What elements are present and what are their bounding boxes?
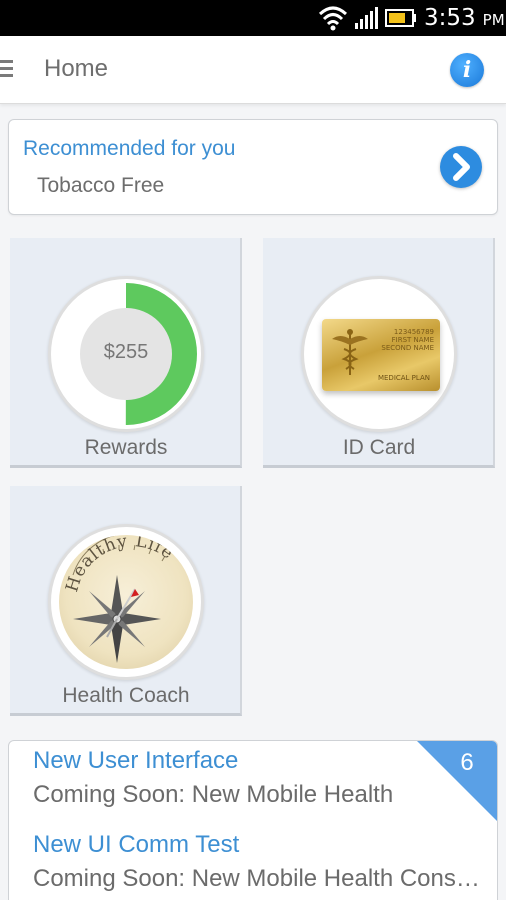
message-title: New UI Comm Test	[33, 831, 240, 858]
chevron-right-icon[interactable]	[440, 146, 482, 188]
menu-icon-bar	[0, 67, 13, 70]
id-card-first-name: FIRST NAME	[391, 336, 434, 344]
messages-card: New User Interface Coming Soon: New Mobi…	[8, 740, 498, 900]
id-card-circle: 123456789 FIRST NAME SECOND NAME MEDICAL…	[301, 276, 457, 432]
health-coach-tile[interactable]: Healthy Life Health Coach	[10, 486, 242, 716]
status-time-ampm: PM	[482, 11, 505, 29]
id-card-tile[interactable]: 123456789 FIRST NAME SECOND NAME MEDICAL…	[263, 238, 495, 468]
svg-text:Healthy Life: Healthy Life	[62, 535, 177, 594]
signal-icon	[355, 7, 378, 29]
status-time: 3:53 PM	[424, 5, 505, 31]
id-card-image: 123456789 FIRST NAME SECOND NAME MEDICAL…	[322, 319, 440, 391]
message-count: 6	[460, 749, 474, 776]
page-title: Home	[44, 55, 109, 82]
wifi-icon	[318, 6, 348, 31]
compass-icon: Healthy Life	[59, 535, 193, 669]
recommended-title: Recommended for you	[23, 137, 236, 160]
info-icon[interactable]: i	[450, 53, 484, 87]
id-card-second-name: SECOND NAME	[381, 344, 434, 352]
id-card-label: ID Card	[342, 436, 416, 459]
rewards-label: Rewards	[84, 436, 168, 459]
message-body: Coming Soon: New Mobile Health Consumer	[33, 865, 493, 892]
id-card-details: 123456789 FIRST NAME SECOND NAME	[381, 328, 434, 352]
recommended-item: Tobacco Free	[37, 174, 165, 197]
rewards-value: $255	[103, 341, 149, 363]
menu-icon[interactable]	[0, 60, 14, 80]
message-item[interactable]: New UI Comm Test Coming Soon: New Mobile…	[33, 830, 493, 894]
recommended-card[interactable]: Recommended for you Tobacco Free	[8, 119, 498, 215]
rewards-tile[interactable]: $255 Rewards	[10, 238, 242, 468]
caduceus-icon	[332, 329, 368, 375]
health-coach-label: Health Coach	[62, 684, 190, 707]
rewards-circle: $255	[48, 276, 204, 432]
id-card-plan: MEDICAL PLAN	[377, 374, 430, 382]
status-time-value: 3:53	[424, 5, 476, 31]
compass-text: Healthy Life	[62, 535, 176, 594]
battery-icon	[385, 9, 416, 27]
id-card-number: 123456789	[393, 328, 434, 336]
status-bar: 3:53 PM	[0, 0, 506, 36]
menu-icon-bar	[0, 60, 13, 63]
menu-icon-bar	[0, 74, 13, 77]
action-bar: Home i	[0, 36, 506, 104]
health-coach-circle: Healthy Life	[48, 524, 204, 680]
